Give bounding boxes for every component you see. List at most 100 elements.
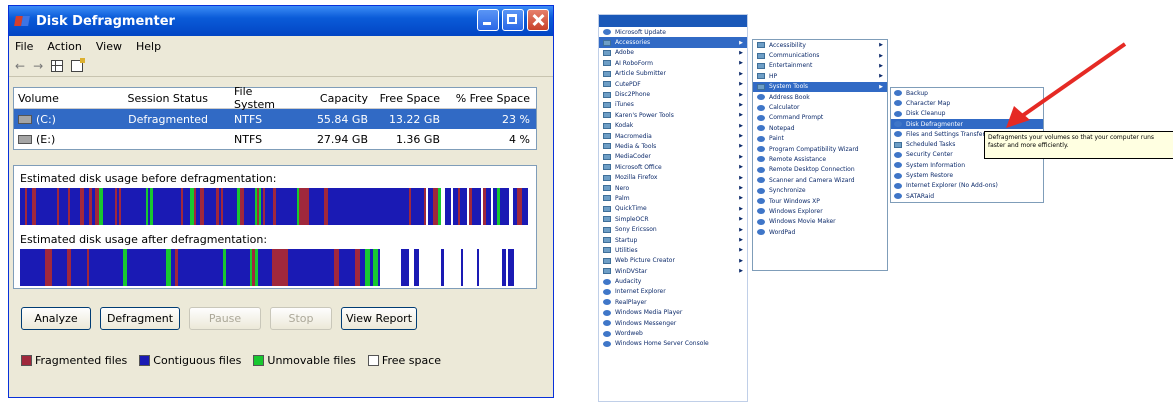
folder-icon — [603, 205, 611, 212]
menu-item-system-tools[interactable]: System Tools ▶ — [753, 81, 887, 92]
menu-item-wordpad[interactable]: WordPad — [753, 227, 887, 237]
menu-header-strip — [599, 15, 747, 27]
menu-item-adobe[interactable]: Adobe ▶ — [599, 48, 747, 58]
menu-item-utilities[interactable]: Utilities ▶ — [599, 245, 747, 255]
menu-item-windows-home-server-console[interactable]: Windows Home Server Console — [599, 339, 747, 349]
menu-item-wordweb[interactable]: Wordweb — [599, 328, 747, 338]
pause-button[interactable]: Pause — [189, 307, 261, 330]
menu-item-accessibility[interactable]: Accessibility ▶ — [753, 40, 887, 50]
menu-item-label: Program Compatibility Wizard — [769, 145, 859, 153]
usage-segment-contig — [308, 249, 315, 286]
menu-item-ai-roboform[interactable]: AI RoboForm ▶ — [599, 58, 747, 68]
menu-item-tour-windows-xp[interactable]: Tour Windows XP — [753, 196, 887, 206]
menu-item-remote-desktop-connection[interactable]: Remote Desktop Connection — [753, 165, 887, 175]
menu-item-nero[interactable]: Nero ▶ — [599, 183, 747, 193]
menu-item-calculator[interactable]: Calculator — [753, 102, 887, 112]
menu-item-program-compatibility-wizard[interactable]: Program Compatibility Wizard — [753, 144, 887, 154]
menu-item-communications[interactable]: Communications ▶ — [753, 50, 887, 60]
forward-arrow-icon[interactable]: → — [33, 59, 43, 73]
analyze-button[interactable]: Analyze — [21, 307, 91, 330]
submenu-arrow-icon: ▶ — [739, 237, 743, 243]
menu-item-cutepdf[interactable]: CutePDF ▶ — [599, 79, 747, 89]
after-label: Estimated disk usage after defragmentati… — [20, 233, 268, 246]
menu-item-accessories[interactable]: Accessories ▶ — [599, 37, 747, 48]
menu-item-mozilla-firefox[interactable]: Mozilla Firefox ▶ — [599, 172, 747, 182]
maximize-button[interactable] — [502, 9, 524, 31]
menu-view[interactable]: View — [96, 40, 122, 53]
menu-item-label: Article Submitter — [615, 70, 666, 78]
menu-help[interactable]: Help — [136, 40, 161, 53]
menu-item-label: SimpleOCR — [615, 215, 649, 223]
menu-item-scanner-and-camera-wizard[interactable]: Scanner and Camera Wizard — [753, 175, 887, 185]
menu-item-remote-assistance[interactable]: Remote Assistance — [753, 154, 887, 164]
menu-item-windows-media-player[interactable]: Windows Media Player — [599, 308, 747, 318]
menu-item-synchronize[interactable]: Synchronize — [753, 185, 887, 195]
col-file-system[interactable]: File System — [214, 85, 294, 111]
close-button[interactable] — [527, 9, 549, 31]
menu-item-windows-messenger[interactable]: Windows Messenger — [599, 318, 747, 328]
menu-item-simpleocr[interactable]: SimpleOCR ▶ — [599, 214, 747, 224]
menu-item-windvstar[interactable]: WinDVStar ▶ — [599, 266, 747, 276]
menu-item-itunes[interactable]: iTunes ▶ — [599, 100, 747, 110]
menu-item-entertainment[interactable]: Entertainment ▶ — [753, 61, 887, 71]
usage-segment-contig — [71, 249, 78, 286]
menu-item-article-submitter[interactable]: Article Submitter ▶ — [599, 69, 747, 79]
properties-icon[interactable] — [71, 58, 86, 72]
back-arrow-icon[interactable]: ← — [15, 59, 25, 73]
menu-item-media-tools[interactable]: Media & Tools ▶ — [599, 141, 747, 151]
menu-file[interactable]: File — [15, 40, 33, 53]
show-hide-console-icon[interactable] — [51, 60, 64, 72]
col-session-status[interactable]: Session Status — [109, 92, 214, 105]
view-report-button[interactable]: View Report — [341, 307, 417, 330]
menu-item-microsoft-office[interactable]: Microsoft Office ▶ — [599, 162, 747, 172]
usage-segment-contig — [32, 249, 39, 286]
menu-item-palm[interactable]: Palm ▶ — [599, 193, 747, 203]
file-system: NTFS — [234, 132, 263, 146]
defragment-button[interactable]: Defragment — [100, 307, 180, 330]
col-volume[interactable]: Volume — [14, 92, 109, 105]
minimize-button[interactable] — [477, 9, 499, 31]
menu-item-startup[interactable]: Startup ▶ — [599, 235, 747, 245]
file-system: NTFS — [234, 112, 263, 126]
menu-item-command-prompt[interactable]: Command Prompt — [753, 113, 887, 123]
menu-item-disc2phone[interactable]: Disc2Phone ▶ — [599, 89, 747, 99]
legend-unmovable: Unmovable files — [253, 354, 356, 367]
menu-item-macromedia[interactable]: Macromedia ▶ — [599, 131, 747, 141]
col-pct-free[interactable]: % Free Space — [446, 92, 536, 105]
menu-item-sony-ericsson[interactable]: Sony Ericsson ▶ — [599, 224, 747, 234]
menu-item-audacity[interactable]: Audacity — [599, 276, 747, 286]
title-bar[interactable]: Disk Defragmenter — [9, 6, 553, 36]
menu-item-windows-explorer[interactable]: Windows Explorer — [753, 206, 887, 216]
menu-item-karen-s-power-tools[interactable]: Karen's Power Tools ▶ — [599, 110, 747, 120]
menu-item-paint[interactable]: Paint — [753, 134, 887, 144]
menu-item-sataraid[interactable]: SATARaid — [891, 191, 1043, 201]
free-space-swatch — [367, 355, 379, 366]
menu-item-system-restore[interactable]: System Restore — [891, 170, 1043, 180]
usage-segment-free — [492, 249, 502, 286]
menu-item-microsoft-update[interactable]: Microsoft Update — [599, 27, 747, 37]
menu-item-realplayer[interactable]: RealPlayer — [599, 297, 747, 307]
menu-item-hp[interactable]: HP ▶ — [753, 71, 887, 81]
folder-icon — [603, 101, 611, 108]
menu-item-mediacoder[interactable]: MediaCoder ▶ — [599, 152, 747, 162]
menu-item-label: WordPad — [769, 228, 796, 236]
col-capacity[interactable]: Capacity — [294, 92, 374, 105]
stop-button[interactable]: Stop — [270, 307, 332, 330]
menu-item-notepad[interactable]: Notepad — [753, 123, 887, 133]
menu-item-address-book[interactable]: Address Book — [753, 92, 887, 102]
app-icon — [757, 114, 765, 121]
volume-row[interactable]: (C:) Defragmented NTFS 55.84 GB 13.22 GB… — [14, 109, 536, 129]
volume-row[interactable]: (E:) NTFS 27.94 GB 1.36 GB 4 % — [14, 129, 536, 149]
menu-item-quicktime[interactable]: QuickTime ▶ — [599, 204, 747, 214]
folder-icon — [603, 226, 611, 233]
menu-item-kodak[interactable]: Kodak ▶ — [599, 121, 747, 131]
menu-item-windows-movie-maker[interactable]: Windows Movie Maker — [753, 217, 887, 227]
menu-item-web-picture-creator[interactable]: Web Picture Creator ▶ — [599, 256, 747, 266]
menu-item-system-information[interactable]: System Information — [891, 160, 1043, 170]
col-free-space[interactable]: Free Space — [374, 92, 446, 105]
menu-action[interactable]: Action — [47, 40, 81, 53]
menu-item-internet-explorer[interactable]: Internet Explorer — [599, 287, 747, 297]
menu-item-label: System Tools — [769, 83, 809, 91]
menu-item-internet-explorer-no-add-ons[interactable]: Internet Explorer (No Add-ons) — [891, 181, 1043, 191]
menu-item-label: Nero — [615, 184, 630, 192]
